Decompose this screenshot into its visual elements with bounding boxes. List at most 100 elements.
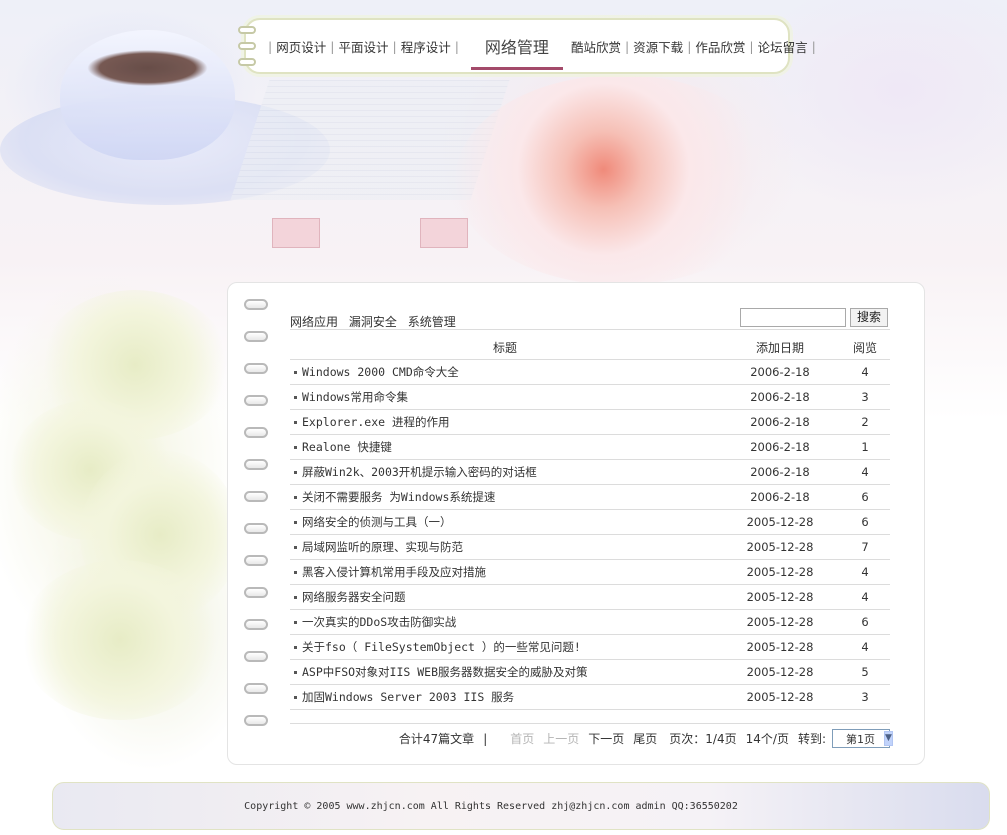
bullet-icon: [294, 695, 297, 699]
table-row: Explorer.exe 进程的作用 2006-2-18 2: [290, 409, 890, 435]
article-date: 2006-2-18: [720, 359, 840, 385]
table-row: ASP中FSO对象对IIS WEB服务器数据安全的威胁及对策 2005-12-28…: [290, 659, 890, 685]
table-row: Windows 2000 CMD命令大全 2006-2-18 4: [290, 359, 890, 385]
nav-item-works[interactable]: 作品欣赏 |: [695, 37, 757, 56]
nav-item-downloads[interactable]: 资源下载 |: [633, 37, 695, 56]
ring-icon: [244, 619, 268, 630]
wildflower-decoration: [20, 560, 220, 720]
article-title-link[interactable]: 黑客入侵计算机常用手段及应对措施: [302, 565, 486, 579]
article-views: 2: [840, 409, 890, 435]
article-date: 2006-2-18: [720, 409, 840, 435]
ring-icon: [244, 555, 268, 566]
bullet-icon: [294, 570, 297, 574]
bullet-icon: [294, 395, 297, 399]
table-row: 黑客入侵计算机常用手段及应对措施 2005-12-28 4: [290, 559, 890, 585]
ring-icon: [244, 363, 268, 374]
article-title-link[interactable]: ASP中FSO对象对IIS WEB服务器数据安全的威胁及对策: [302, 665, 588, 679]
article-views: 7: [840, 534, 890, 560]
wildflower-decoration: [40, 290, 230, 440]
article-title-link[interactable]: 局域网监听的原理、实现与防范: [302, 540, 463, 554]
nav-item-cool-sites[interactable]: 酷站欣赏 |: [571, 37, 633, 56]
coffee-cup-decoration: [60, 30, 235, 160]
nav-item-network-admin[interactable]: 网络管理: [470, 34, 563, 70]
nav-item-graphic-design[interactable]: 平面设计 |: [338, 37, 400, 56]
article-title-link[interactable]: 关于fso（ FileSystemObject ）的一些常见问题!: [302, 640, 581, 654]
page-select[interactable]: 第1页 ▼: [832, 729, 893, 748]
copyright-text: Copyright © 2005 www.zhjcn.com All Right…: [244, 800, 738, 812]
article-title-link[interactable]: Windows常用命令集: [302, 390, 408, 404]
article-views: 4: [840, 584, 890, 610]
bullet-icon: [294, 670, 297, 674]
bullet-icon: [294, 495, 297, 499]
wildflower-decoration: [80, 450, 240, 620]
table-row: 一次真实的DDoS攻击防御实战 2005-12-28 6: [290, 609, 890, 635]
first-page-link: 首页: [510, 732, 535, 746]
ring-icon: [244, 491, 268, 502]
article-title-link[interactable]: Explorer.exe 进程的作用: [302, 415, 450, 429]
article-views: 6: [840, 609, 890, 635]
network-switch-decoration: [420, 218, 468, 248]
chevron-down-icon[interactable]: ▼: [884, 731, 893, 746]
bullet-icon: [294, 520, 297, 524]
article-date: 2005-12-28: [720, 584, 840, 610]
search-input[interactable]: [740, 308, 846, 327]
article-views: 4: [840, 359, 890, 385]
bullet-icon: [294, 445, 297, 449]
ring-icon: [238, 26, 256, 34]
nav-item-web-design[interactable]: | 网页设计 |: [264, 37, 338, 56]
article-title-link[interactable]: Realone 快捷键: [302, 440, 392, 454]
article-date: 2006-2-18: [720, 434, 840, 460]
category-link-network-apps[interactable]: 网络应用: [290, 315, 338, 329]
bullet-icon: [294, 645, 297, 649]
ring-icon: [244, 683, 268, 694]
nav-item-forum[interactable]: 论坛留言 |: [758, 37, 820, 56]
category-links: 网络应用 漏洞安全 系统管理: [290, 313, 463, 330]
table-row: 网络安全的侦测与工具（一） 2005-12-28 6: [290, 509, 890, 535]
page-select-value: 第1页: [846, 732, 875, 746]
nav-binder-rings: [238, 26, 256, 66]
article-title-link[interactable]: 网络安全的侦测与工具（一）: [302, 515, 452, 529]
category-link-system-admin[interactable]: 系统管理: [408, 315, 456, 329]
article-date: 2005-12-28: [720, 609, 840, 635]
next-page-link[interactable]: 下一页: [588, 730, 624, 747]
article-date: 2005-12-28: [720, 659, 840, 685]
article-title-link[interactable]: 一次真实的DDoS攻击防御实战: [302, 615, 456, 629]
article-title-link[interactable]: 网络服务器安全问题: [302, 590, 406, 604]
search-button[interactable]: 搜索: [850, 308, 888, 327]
article-title-link[interactable]: 关闭不需要服务 为Windows系统提速: [302, 490, 495, 504]
prev-page-link: 上一页: [543, 732, 580, 746]
network-switch-decoration: [272, 218, 320, 248]
article-views: 4: [840, 559, 890, 585]
table-row: 关于fso（ FileSystemObject ）的一些常见问题! 2005-12…: [290, 634, 890, 660]
divider: [290, 329, 890, 330]
article-date: 2005-12-28: [720, 534, 840, 560]
bullet-icon: [294, 370, 297, 374]
article-title-link[interactable]: 屏蔽Win2k、2003开机提示输入密码的对话框: [302, 465, 537, 479]
article-date: 2005-12-28: [720, 559, 840, 585]
article-title-link[interactable]: 加固Windows Server 2003 IIS 服务: [302, 690, 514, 704]
article-views: 3: [840, 684, 890, 710]
article-date: 2006-2-18: [720, 384, 840, 410]
article-views: 6: [840, 484, 890, 510]
nav-item-programming[interactable]: 程序设计 |: [401, 37, 463, 56]
per-page-info: 14个/页: [745, 732, 789, 746]
table-row: Windows常用命令集 2006-2-18 3: [290, 384, 890, 410]
last-page-link[interactable]: 尾页: [633, 730, 657, 747]
table-row: 关闭不需要服务 为Windows系统提速 2006-2-18 6: [290, 484, 890, 510]
category-link-vulnerability[interactable]: 漏洞安全: [349, 315, 397, 329]
article-title-link[interactable]: Windows 2000 CMD命令大全: [302, 365, 459, 379]
article-views: 3: [840, 384, 890, 410]
pagination: 合计47篇文章 | 首页 上一页 下一页 尾页 页次：1/4页 14个/页 转到…: [290, 723, 893, 748]
ring-icon: [244, 651, 268, 662]
table-row: 网络服务器安全问题 2005-12-28 4: [290, 584, 890, 610]
article-views: 4: [840, 459, 890, 485]
top-nav: | 网页设计 | 平面设计 | 程序设计 | 网络管理 酷站欣赏 | 资源下载 | 作品欣赏…: [238, 18, 816, 74]
bullet-icon: [294, 620, 297, 624]
table-row: 屏蔽Win2k、2003开机提示输入密码的对话框 2006-2-18 4: [290, 459, 890, 485]
table-row: Realone 快捷键 2006-2-18 1: [290, 434, 890, 460]
article-table: 标题 添加日期 阅览 Windows 2000 CMD命令大全 2006-2-18…: [290, 337, 890, 710]
table-header-row: 标题 添加日期 阅览: [290, 337, 890, 360]
page-info: 页次：1/4页: [669, 732, 737, 746]
blossom-decoration: [455, 75, 785, 285]
article-views: 1: [840, 434, 890, 460]
